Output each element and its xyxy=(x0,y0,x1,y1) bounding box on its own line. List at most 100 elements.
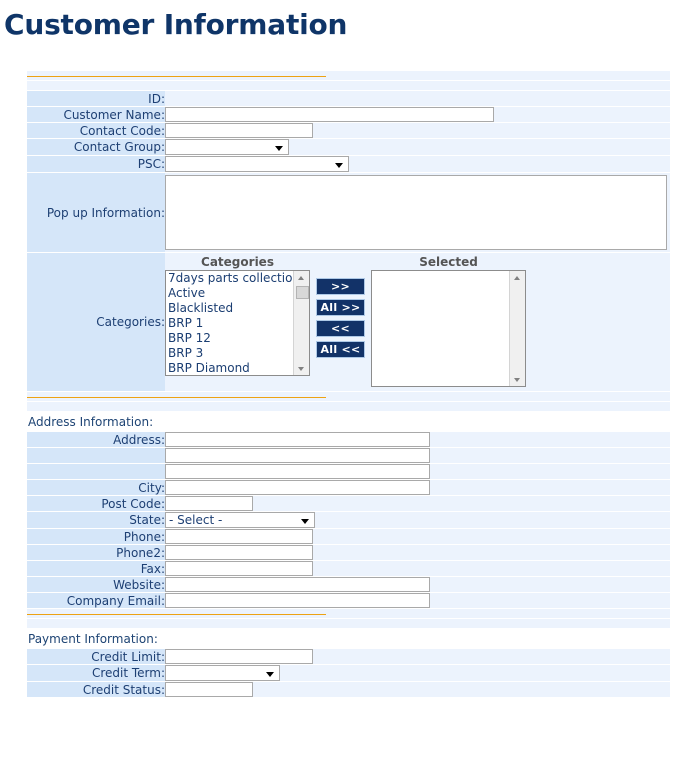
label-credit-limit: Credit Limit: xyxy=(27,649,165,664)
fax-input[interactable] xyxy=(165,561,313,576)
row-credit-limit: Credit Limit: xyxy=(27,649,670,664)
credit-term-select[interactable] xyxy=(165,665,280,681)
value-city xyxy=(165,480,670,495)
chevron-down-icon xyxy=(335,163,343,168)
remove-selected-button[interactable]: << xyxy=(316,320,365,337)
company-email-input[interactable] xyxy=(165,593,430,608)
label-address: Address: xyxy=(27,432,165,447)
spacer-value-cell xyxy=(165,81,670,90)
row-state: State: - Select - xyxy=(27,512,670,528)
list-item[interactable]: BRP 1 xyxy=(166,316,309,331)
chevron-down-icon xyxy=(275,146,283,151)
website-input[interactable] xyxy=(165,577,430,592)
post-code-input[interactable] xyxy=(165,496,253,511)
selected-list-header: Selected xyxy=(419,255,478,269)
section-heading-address-filler xyxy=(165,412,670,431)
scroll-down-icon[interactable] xyxy=(294,362,309,375)
list-item[interactable]: 7days parts collection xyxy=(166,271,309,286)
row-credit-term: Credit Term: xyxy=(27,665,670,681)
psc-select[interactable] xyxy=(165,156,349,172)
row-post-code: Post Code: xyxy=(27,496,670,511)
customer-name-input[interactable] xyxy=(165,107,494,122)
selected-list-scrollbar[interactable] xyxy=(509,271,525,386)
address-line3-input[interactable] xyxy=(165,464,430,479)
row-city: City: xyxy=(27,480,670,495)
credit-status-input[interactable] xyxy=(165,682,253,697)
value-post-code xyxy=(165,496,670,511)
value-psc xyxy=(165,156,670,172)
label-contact-code: Contact Code: xyxy=(27,123,165,138)
divider-row-address xyxy=(27,392,670,401)
value-fax xyxy=(165,561,670,576)
available-categories-listbox[interactable]: 7days parts collection Active Blackliste… xyxy=(165,270,310,376)
row-contact-group: Contact Group: xyxy=(27,139,670,155)
label-credit-status: Credit Status: xyxy=(27,682,165,697)
phone2-input[interactable] xyxy=(165,545,313,560)
available-list-header: Categories xyxy=(201,255,274,269)
chevron-down-icon xyxy=(301,519,309,524)
credit-limit-input[interactable] xyxy=(165,649,313,664)
value-credit-term xyxy=(165,665,670,681)
list-item[interactable]: Active xyxy=(166,286,309,301)
chevron-down-icon xyxy=(266,672,274,677)
label-company-email: Company Email: xyxy=(27,593,165,608)
state-select[interactable]: - Select - xyxy=(165,512,315,528)
state-selected-text: - Select - xyxy=(169,513,223,527)
picker-transfer-buttons: >> All >> << All << xyxy=(310,270,371,358)
divider-row-payment xyxy=(27,609,670,618)
contact-code-input[interactable] xyxy=(165,123,313,138)
value-address-line3 xyxy=(165,464,670,479)
spacer-value-cell xyxy=(165,402,670,411)
value-phone xyxy=(165,529,670,544)
value-contact-group xyxy=(165,139,670,155)
row-address-line3 xyxy=(27,464,670,479)
add-all-button[interactable]: All >> xyxy=(316,299,365,316)
spacer-label-cell xyxy=(27,619,165,628)
value-address xyxy=(165,432,670,447)
value-customer-name xyxy=(165,107,670,122)
label-popup-information: Pop up Information: xyxy=(27,173,165,252)
add-selected-button[interactable]: >> xyxy=(316,278,365,295)
address-line2-input[interactable] xyxy=(165,448,430,463)
divider-row-top xyxy=(27,71,670,80)
scroll-up-icon[interactable] xyxy=(510,271,525,284)
value-state: - Select - xyxy=(165,512,670,528)
label-id: ID: xyxy=(27,91,165,106)
label-city: City: xyxy=(27,480,165,495)
divider-rule-cell xyxy=(27,609,326,618)
orange-rule xyxy=(27,76,326,77)
city-input[interactable] xyxy=(165,480,430,495)
remove-all-button[interactable]: All << xyxy=(316,341,365,358)
row-credit-status: Credit Status: xyxy=(27,682,670,697)
value-categories: Categories Selected 7days parts collecti… xyxy=(165,253,670,391)
value-contact-code xyxy=(165,123,670,138)
address-line1-input[interactable] xyxy=(165,432,430,447)
value-popup-information xyxy=(165,173,670,252)
popup-information-textarea[interactable] xyxy=(165,175,667,250)
orange-rule xyxy=(27,614,326,615)
phone-input[interactable] xyxy=(165,529,313,544)
scrollbar-thumb[interactable] xyxy=(296,286,309,299)
categories-picker: Categories Selected 7days parts collecti… xyxy=(165,253,670,391)
value-credit-limit xyxy=(165,649,670,664)
spacer-value-cell xyxy=(165,619,670,628)
selected-categories-listbox[interactable] xyxy=(371,270,526,387)
list-item[interactable]: Blacklisted xyxy=(166,301,309,316)
row-company-email: Company Email: xyxy=(27,593,670,608)
label-post-code: Post Code: xyxy=(27,496,165,511)
list-item[interactable]: BRP Diamond xyxy=(166,361,309,375)
section-payment-information: Payment Information: xyxy=(27,629,670,648)
contact-group-select[interactable] xyxy=(165,139,289,155)
available-categories-list: 7days parts collection Active Blackliste… xyxy=(166,271,309,375)
label-address-line2 xyxy=(27,448,165,463)
row-categories: Categories: Categories Selected 7days pa… xyxy=(27,253,670,391)
row-website: Website: xyxy=(27,577,670,592)
available-list-scrollbar[interactable] xyxy=(293,271,309,375)
picker-headers: Categories Selected xyxy=(165,255,670,270)
list-item[interactable]: BRP 3 xyxy=(166,346,309,361)
spacer-row-payment xyxy=(27,619,670,628)
divider-rule-cell xyxy=(27,392,326,401)
scroll-down-icon[interactable] xyxy=(510,373,525,386)
list-item[interactable]: BRP 12 xyxy=(166,331,309,346)
scroll-up-icon[interactable] xyxy=(294,271,309,284)
